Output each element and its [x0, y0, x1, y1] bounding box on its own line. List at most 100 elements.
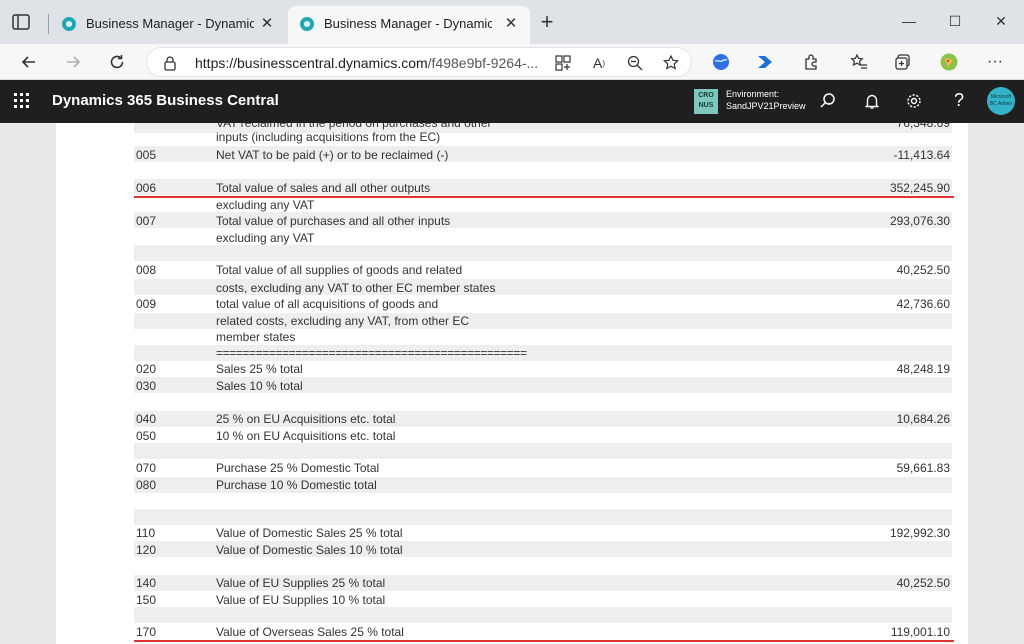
app-title[interactable]: Dynamics 365 Business Central — [52, 92, 279, 109]
tab-title: Business Manager - Dynamics 365 — [324, 16, 492, 31]
search-icon[interactable] — [818, 91, 838, 111]
row-code: 120 — [136, 543, 157, 557]
report-line-value: 352,245.90 — [889, 181, 950, 195]
minimize-icon[interactable]: — — [898, 10, 920, 32]
highlight-underline — [134, 640, 954, 642]
window-close-icon[interactable]: ✕ — [990, 10, 1012, 32]
gear-icon[interactable] — [904, 91, 924, 111]
row-band — [134, 245, 952, 261]
report-line-value: -11,413.64 — [893, 148, 951, 162]
browser-tab-strip: Business Manager - Dynamics 365 ✕ Busine… — [0, 0, 1024, 44]
row-code: 009 — [136, 297, 157, 311]
row-code: 110 — [136, 526, 156, 540]
row-code: 008 — [136, 263, 157, 277]
help-icon[interactable]: ? — [950, 90, 968, 112]
report-line-text: excluding any VAT — [216, 231, 315, 245]
row-code: 080 — [136, 478, 157, 492]
bell-icon[interactable] — [862, 91, 882, 111]
row-code: 070 — [136, 461, 157, 475]
report-line-value: 119,001.10 — [890, 625, 950, 639]
report-line-value: 40,252.50 — [896, 263, 950, 277]
close-icon[interactable]: ✕ — [502, 15, 520, 33]
refresh-icon[interactable] — [104, 49, 130, 75]
row-code: 170 — [136, 625, 157, 639]
profile-icon[interactable] — [936, 49, 962, 75]
report-line-text: Value of EU Supplies 25 % total — [216, 576, 386, 590]
report-line-text: Total value of sales and all other outpu… — [216, 181, 431, 195]
collections-icon[interactable] — [890, 49, 916, 75]
more-options-icon[interactable]: ··· — [982, 49, 1008, 75]
report-line-text: Net VAT to be paid (+) or to be reclaime… — [216, 148, 449, 162]
row-code: 040 — [136, 412, 157, 426]
browser-tab-1[interactable]: Business Manager - Dynamics 365 ✕ — [50, 6, 286, 44]
tab-separator — [48, 14, 49, 34]
environment-name[interactable]: SandJPV21Preview — [726, 101, 806, 111]
report-line-text: Value of Domestic Sales 10 % total — [216, 543, 403, 557]
avatar[interactable]: Microsoft BC Admin — [987, 87, 1015, 115]
read-aloud-icon[interactable]: A) — [589, 53, 609, 73]
company-badge[interactable]: CRO NUS — [694, 89, 718, 114]
row-band — [134, 509, 952, 525]
power-automate-icon[interactable] — [752, 49, 778, 75]
app-launcher-icon[interactable] — [14, 93, 30, 109]
report-line-text: Value of EU Supplies 10 % total — [216, 593, 386, 607]
left-margin — [0, 123, 56, 644]
report-line-text: 25 % on EU Acquisitions etc. total — [216, 412, 396, 426]
report-line-text: Total value of all supplies of goods and… — [216, 263, 463, 277]
report-line-text: total value of all acquisitions of goods… — [216, 297, 439, 311]
row-code: 030 — [136, 379, 157, 393]
report-line-value: 59,661.83 — [896, 461, 950, 475]
tab-title: Business Manager - Dynamics 365 — [86, 16, 254, 31]
browser-tab-2[interactable]: Business Manager - Dynamics 365 ✕ — [288, 6, 530, 44]
row-code: 140 — [136, 576, 157, 590]
report-line-text: excluding any VAT — [216, 198, 315, 212]
report-line-text: Sales 25 % total — [216, 362, 303, 376]
report-line-text: Value of Domestic Sales 25 % total — [216, 526, 403, 540]
report-line-text: Value of Overseas Sales 25 % total — [216, 625, 404, 639]
lock-icon[interactable] — [163, 55, 177, 71]
row-code: 020 — [136, 362, 157, 376]
favorites-icon[interactable] — [846, 49, 872, 75]
report-line-value: 42,736.60 — [896, 297, 950, 311]
bc-header-bar: Dynamics 365 Business Central CRO NUS Env… — [0, 80, 1024, 123]
right-margin — [968, 123, 1024, 644]
extensions-icon[interactable] — [798, 49, 824, 75]
report-line-text: related costs, excluding any VAT, from o… — [216, 314, 470, 328]
dynamics-favicon-icon — [300, 17, 314, 31]
separator-line: ========================================… — [216, 346, 527, 360]
forward-icon[interactable] — [60, 49, 86, 75]
zoom-out-icon[interactable] — [625, 53, 645, 73]
new-tab-icon[interactable]: + — [536, 11, 558, 34]
address-bar[interactable]: https://businesscentral.dynamics.com/f49… — [146, 47, 692, 77]
add-favorite-icon[interactable] — [661, 53, 681, 73]
maximize-icon[interactable]: ☐ — [944, 10, 966, 32]
report-line-value: 293,076.30 — [889, 214, 950, 228]
report-line-value: 48,248.19 — [896, 362, 950, 376]
url-text[interactable]: https://businesscentral.dynamics.com/f49… — [195, 55, 538, 71]
report-line-text: inputs (including acquisitions from the … — [216, 130, 441, 144]
row-code: 007 — [136, 214, 157, 228]
row-band — [134, 443, 952, 459]
edge-globe-icon[interactable] — [708, 49, 734, 75]
report-line-text: 10 % on EU Acquisitions etc. total — [216, 429, 396, 443]
close-icon[interactable]: ✕ — [258, 15, 276, 33]
row-code: 150 — [136, 593, 157, 607]
report-line-text: costs, excluding any VAT to other EC mem… — [216, 281, 496, 295]
tab-actions-icon[interactable] — [10, 11, 32, 33]
environment-label: Environment: — [726, 89, 780, 99]
report-line-text: Sales 10 % total — [216, 379, 303, 393]
report-line-value: 10,684.26 — [896, 412, 950, 426]
report-line-value: 76,348.69 — [896, 123, 950, 130]
report-line-value: 192,992.30 — [889, 526, 950, 540]
report-line-text: Total value of purchases and all other i… — [216, 214, 451, 228]
row-code: 006 — [136, 181, 157, 195]
row-code: 050 — [136, 429, 157, 443]
row-code: 005 — [136, 148, 157, 162]
report-line-value: 40,252.50 — [896, 576, 950, 590]
app-available-icon[interactable] — [553, 53, 573, 73]
report-line-text: member states — [216, 330, 296, 344]
row-band — [134, 607, 952, 623]
dynamics-favicon-icon — [62, 17, 76, 31]
vat-statement-report[interactable]: VAT reclaimed in the period on purchases… — [56, 123, 968, 644]
back-icon[interactable] — [16, 49, 42, 75]
